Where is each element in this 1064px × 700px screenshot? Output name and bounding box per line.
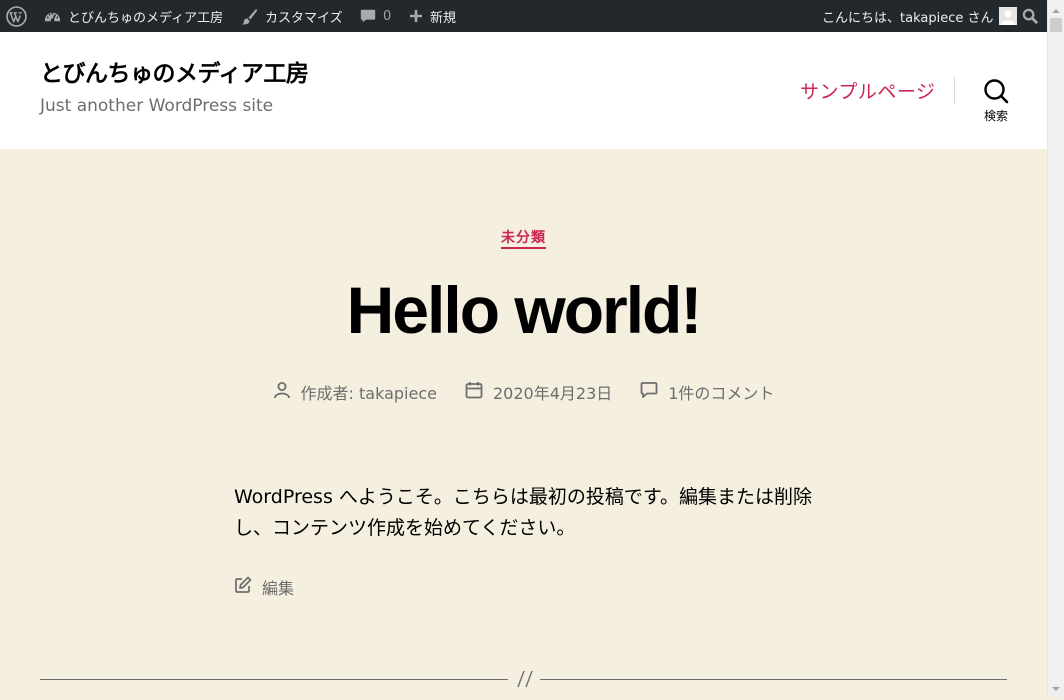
nav-divider (954, 77, 955, 104)
edit-icon (234, 576, 262, 598)
search-icon (970, 78, 1022, 104)
customize-label: カスタマイズ (265, 10, 343, 26)
brush-icon (240, 7, 259, 26)
dashboard-icon (43, 7, 62, 26)
site-title[interactable]: とびんちゅのメディア工房 (40, 54, 309, 88)
scrollbar-thumb[interactable] (1050, 18, 1062, 32)
post-meta: 作成者: takapiece 2020年4月23日 1件のコメント (0, 380, 1047, 404)
separator-line-right (540, 679, 1007, 680)
comment-icon (359, 7, 377, 25)
user-icon (273, 381, 301, 403)
edit-label: 編集 (262, 579, 295, 598)
site-name-label: とびんちゅのメディア工房 (68, 10, 224, 26)
date-link[interactable]: 2020年4月23日 (493, 380, 612, 404)
site-name-menu[interactable]: とびんちゅのメディア工房 (43, 0, 223, 32)
post-category: 未分類 (0, 227, 1047, 249)
plus-icon (408, 8, 424, 24)
greeting-text: こんにちは、takapiece さん (822, 10, 994, 26)
post-comments: 1件のコメント (640, 380, 774, 404)
scroll-up-arrow-icon[interactable] (1048, 3, 1064, 17)
comments-link[interactable]: 0 (359, 0, 391, 32)
new-content-menu[interactable]: 新規 (408, 0, 456, 32)
author-link[interactable]: 作成者: takapiece (301, 380, 437, 404)
post-separator (40, 668, 1007, 690)
edit-post-link[interactable]: 編集 (234, 575, 294, 599)
search-label: 検索 (983, 109, 1008, 123)
separator-line-left (40, 679, 508, 680)
site-description: Just another WordPress site (40, 96, 274, 116)
search-toggle-button[interactable]: 検索 (970, 76, 1022, 128)
site-header: とびんちゅのメディア工房 Just another WordPress site… (0, 32, 1047, 149)
comments-link[interactable]: 1件のコメント (668, 380, 774, 404)
admin-bar: とびんちゅのメディア工房 カスタマイズ 0 新規 こんにちは、takapiece… (0, 0, 1064, 32)
customize-link[interactable]: カスタマイズ (240, 0, 343, 32)
wp-logo-menu[interactable] (6, 0, 27, 32)
vertical-scrollbar[interactable] (1047, 0, 1064, 697)
new-label: 新規 (430, 10, 457, 26)
search-icon (1022, 8, 1039, 25)
avatar (999, 7, 1018, 25)
my-account-menu[interactable]: こんにちは、takapiece さん (822, 0, 1018, 32)
separator-mark-icon (514, 668, 536, 690)
adminbar-search[interactable] (1022, 0, 1039, 32)
post-date: 2020年4月23日 (465, 380, 612, 404)
scroll-down-arrow-icon[interactable] (1048, 681, 1064, 695)
nav-item-sample-page[interactable]: サンプルページ (800, 77, 936, 104)
category-link[interactable]: 未分類 (501, 230, 546, 249)
wordpress-icon (6, 5, 27, 27)
comment-icon (640, 381, 668, 403)
post-title: Hello world! (346, 273, 703, 347)
post-content: WordPress へようこそ。こちらは最初の投稿です。編集または削除し、コンテ… (234, 486, 812, 539)
post-author: 作成者: takapiece (273, 380, 437, 404)
calendar-icon (465, 381, 493, 403)
comments-count: 0 (383, 8, 392, 24)
